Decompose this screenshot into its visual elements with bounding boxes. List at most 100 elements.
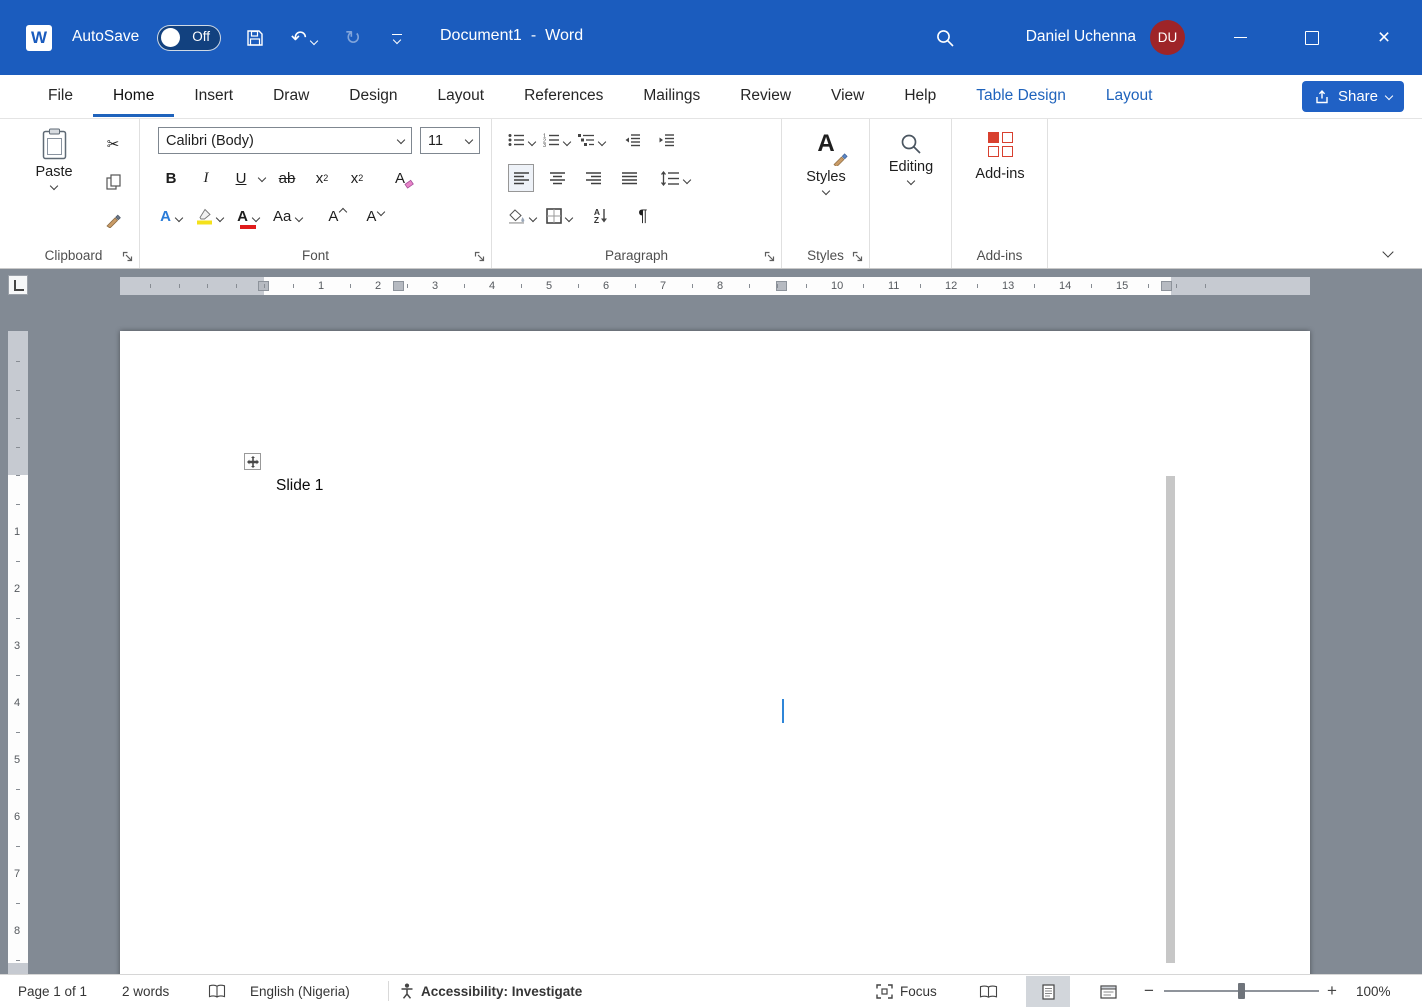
minimize-button[interactable] [1207, 0, 1273, 75]
styles-button[interactable]: A Styles [796, 130, 856, 194]
close-button[interactable]: × [1351, 0, 1417, 75]
subscript-digit: 2 [323, 173, 328, 183]
zoom-slider-thumb[interactable] [1238, 983, 1245, 999]
redo-button[interactable]: ↻ [338, 24, 368, 52]
format-painter-button[interactable] [100, 206, 126, 234]
minimize-icon [1234, 37, 1247, 38]
avatar[interactable]: DU [1150, 20, 1185, 55]
zoom-level[interactable]: 100% [1352, 975, 1395, 1007]
horizontal-ruler[interactable]: 12345678101112131415 [120, 277, 1310, 295]
web-layout-button[interactable] [1086, 976, 1130, 1007]
save-button[interactable] [240, 24, 270, 52]
paragraph-dialog-launcher[interactable] [764, 250, 776, 262]
align-center-button[interactable] [544, 164, 570, 192]
zoom-out-button[interactable]: − [1140, 975, 1158, 1007]
page-indicator[interactable]: Page 1 of 1 [14, 975, 91, 1007]
strikethrough-button[interactable]: ab [274, 164, 300, 192]
tab-home[interactable]: Home [93, 75, 174, 117]
show-formatting-button[interactable]: ¶ [630, 202, 656, 230]
underline-dropdown-icon[interactable] [258, 174, 266, 182]
language-selector[interactable]: English (Nigeria) [246, 975, 354, 1007]
borders-button[interactable] [546, 202, 572, 230]
user-name[interactable]: Daniel Uchenna [1026, 28, 1136, 46]
document-text[interactable]: Slide 1 [276, 477, 323, 495]
editing-button[interactable]: Editing [880, 132, 942, 184]
zoom-in-button[interactable]: + [1323, 975, 1341, 1007]
styles-dialog-launcher[interactable] [852, 250, 864, 262]
italic-button[interactable]: I [193, 164, 219, 192]
clipboard-dialog-launcher[interactable] [122, 250, 134, 262]
justify-button[interactable] [616, 164, 642, 192]
align-right-button[interactable] [580, 164, 606, 192]
align-left-button[interactable] [508, 164, 534, 192]
font-color-button[interactable]: A [235, 202, 261, 230]
change-case-button[interactable]: Aa [273, 202, 302, 230]
tab-selector[interactable] [8, 275, 28, 295]
tab-help[interactable]: Help [884, 75, 956, 117]
proofing-status[interactable] [204, 975, 230, 1007]
multilevel-list-button[interactable] [578, 126, 605, 154]
paste-button[interactable]: Paste [26, 128, 82, 189]
undo-button[interactable]: ↶ [284, 24, 324, 52]
h-ruler-number: 7 [660, 280, 666, 292]
autosave-toggle-state: Off [192, 29, 210, 44]
accessibility-status[interactable]: Accessibility: Investigate [396, 975, 586, 1007]
quick-access-toolbar-button[interactable] [382, 24, 412, 52]
share-button[interactable]: Share [1302, 81, 1404, 112]
tab-layout[interactable]: Layout [1086, 75, 1173, 117]
copy-button[interactable] [100, 168, 126, 196]
subscript-button[interactable]: x2 [309, 164, 335, 192]
table-column-marker[interactable] [1161, 281, 1172, 291]
sort-button[interactable]: AZ [588, 202, 614, 230]
table-column-marker[interactable] [393, 281, 404, 291]
bullets-button[interactable] [508, 126, 535, 154]
decrease-indent-button[interactable] [619, 126, 645, 154]
cut-button[interactable]: ✂ [100, 130, 126, 158]
font-name-select[interactable]: Calibri (Body) [158, 127, 412, 154]
shrink-font-button[interactable]: A [362, 202, 388, 230]
increase-indent-button[interactable] [653, 126, 679, 154]
word-logo-icon[interactable]: W [26, 25, 52, 51]
table-column-edge[interactable] [1166, 476, 1175, 963]
font-size-select[interactable]: 11 [420, 127, 480, 154]
tab-review[interactable]: Review [720, 75, 811, 117]
tab-file[interactable]: File [28, 75, 93, 117]
tab-draw[interactable]: Draw [253, 75, 329, 117]
tab-references[interactable]: References [504, 75, 623, 117]
font-dialog-launcher[interactable] [474, 250, 486, 262]
styles-group: A Styles Styles [782, 118, 870, 268]
tab-design[interactable]: Design [329, 75, 417, 117]
tab-table-design[interactable]: Table Design [956, 75, 1086, 117]
v-ruler-tick [16, 960, 20, 961]
vertical-ruler[interactable]: 12345678 [8, 331, 28, 975]
print-layout-button[interactable] [1026, 976, 1070, 1007]
grow-font-button[interactable]: A [324, 202, 350, 230]
highlight-button[interactable] [196, 202, 223, 230]
search-button[interactable] [930, 24, 960, 52]
table-move-handle[interactable] [244, 453, 261, 470]
tab-layout[interactable]: Layout [418, 75, 505, 117]
bold-button[interactable]: B [158, 164, 184, 192]
maximize-button[interactable] [1279, 0, 1345, 75]
addins-button[interactable]: Add-ins [970, 132, 1030, 182]
focus-toggle[interactable]: Focus [872, 975, 941, 1007]
text-effects-button[interactable]: A [158, 202, 184, 230]
autosave-toggle[interactable]: Off [157, 25, 221, 51]
shading-button[interactable] [508, 202, 536, 230]
tab-view[interactable]: View [811, 75, 884, 117]
h-ruler-tick [207, 284, 208, 288]
clear-formatting-button[interactable]: A [387, 164, 413, 192]
numbering-button[interactable]: 123 [543, 126, 570, 154]
line-spacing-button[interactable] [660, 164, 690, 192]
word-count[interactable]: 2 words [118, 975, 173, 1007]
read-mode-button[interactable] [966, 976, 1010, 1007]
document-page[interactable]: Slide 1 [120, 331, 1310, 975]
text-cursor [782, 699, 784, 723]
superscript-button[interactable]: x2 [344, 164, 370, 192]
tab-mailings[interactable]: Mailings [623, 75, 720, 117]
page-indicator-label: Page 1 of 1 [18, 984, 87, 999]
underline-button[interactable]: U [228, 164, 254, 192]
collapse-ribbon-button[interactable] [1382, 246, 1393, 257]
tab-insert[interactable]: Insert [174, 75, 253, 117]
zoom-slider[interactable] [1164, 990, 1319, 992]
